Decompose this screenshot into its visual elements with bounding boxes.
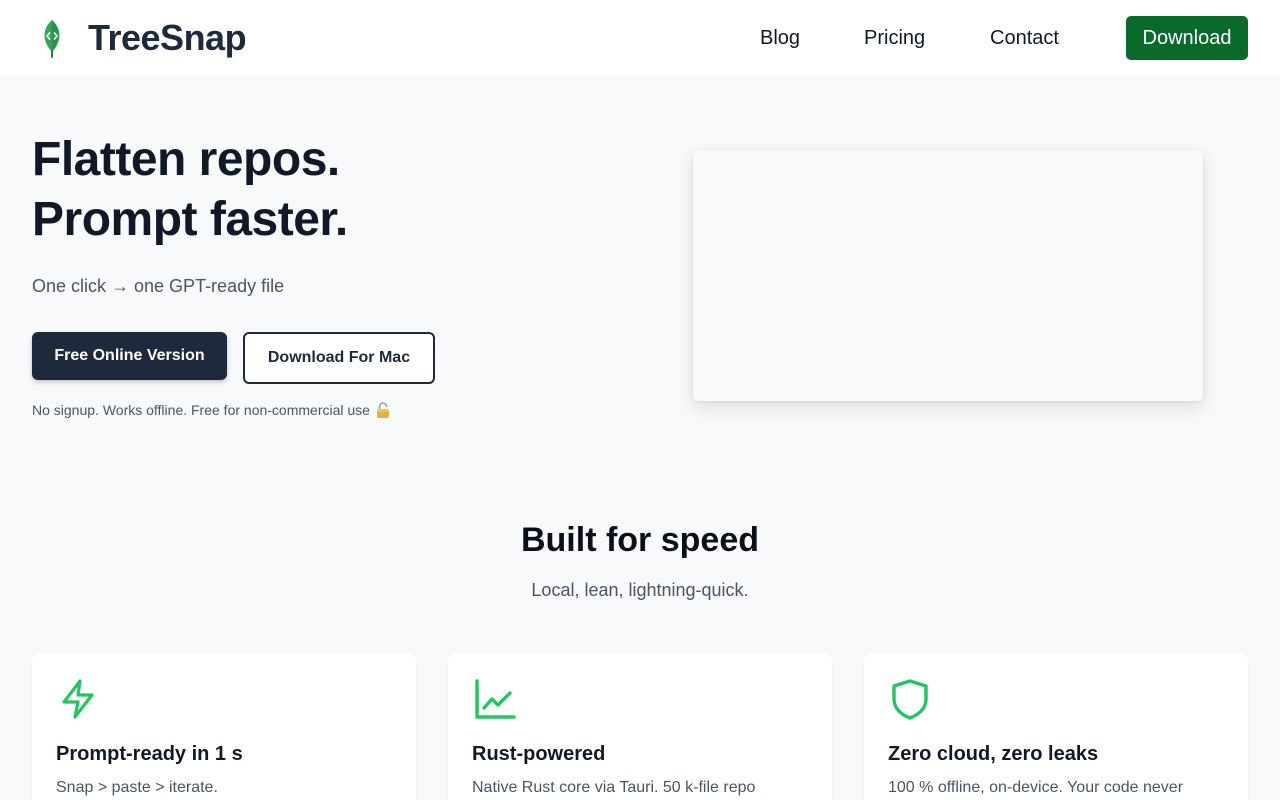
lightning-icon: [62, 679, 94, 719]
feature-card-privacy: Zero cloud, zero leaks 100 % offline, on…: [864, 653, 1248, 800]
leaf-logo-icon: [44, 20, 60, 58]
free-online-version-button[interactable]: Free Online Version: [32, 332, 227, 380]
hero-note-text: No signup. Works offline. Free for non-c…: [32, 402, 370, 418]
feature-card-speed: Prompt-ready in 1 s Snap > paste > itera…: [32, 653, 416, 800]
nav-download-button[interactable]: Download: [1126, 16, 1248, 60]
feature-card-rust: Rust-powered Native Rust core via Tauri.…: [448, 653, 832, 800]
shield-icon: [892, 679, 928, 720]
feature-title: Rust-powered: [472, 743, 606, 765]
feature-description: Snap > paste > iterate.: [56, 779, 218, 796]
brand-logo-link[interactable]: TreeSnap: [36, 17, 247, 58]
app-preview-card: [693, 150, 1203, 401]
features-subtitle: Local, lean, lightning-quick.: [531, 580, 749, 600]
lock-icon: [376, 402, 389, 418]
hero-title-line-2: Prompt faster.: [32, 193, 348, 246]
feature-description: Native Rust core via Tauri. 50 k-file re…: [472, 779, 756, 796]
hero-note: No signup. Works offline. Free for non-c…: [32, 401, 391, 419]
feature-title: Prompt-ready in 1 s: [56, 743, 243, 765]
brand-name: TreeSnap: [88, 17, 247, 58]
features-title: Built for speed: [520, 521, 760, 559]
site-header: TreeSnap Blog Pricing Contact Download: [0, 0, 1280, 76]
hero-subtitle: One click → one GPT-ready file: [32, 276, 285, 296]
feature-title: Zero cloud, zero leaks: [888, 743, 1099, 765]
download-for-mac-button[interactable]: Download For Mac: [243, 332, 435, 384]
chart-icon: [475, 679, 516, 719]
nav-contact-link[interactable]: Contact: [990, 26, 1059, 50]
nav-pricing-link[interactable]: Pricing: [864, 26, 925, 50]
hero-title: Flatten repos. Prompt faster.: [32, 130, 632, 250]
feature-description: 100 % offline, on-device. Your code neve…: [888, 779, 1184, 796]
hero-title-line-1: Flatten repos.: [32, 133, 340, 186]
nav-blog-link[interactable]: Blog: [760, 26, 800, 50]
